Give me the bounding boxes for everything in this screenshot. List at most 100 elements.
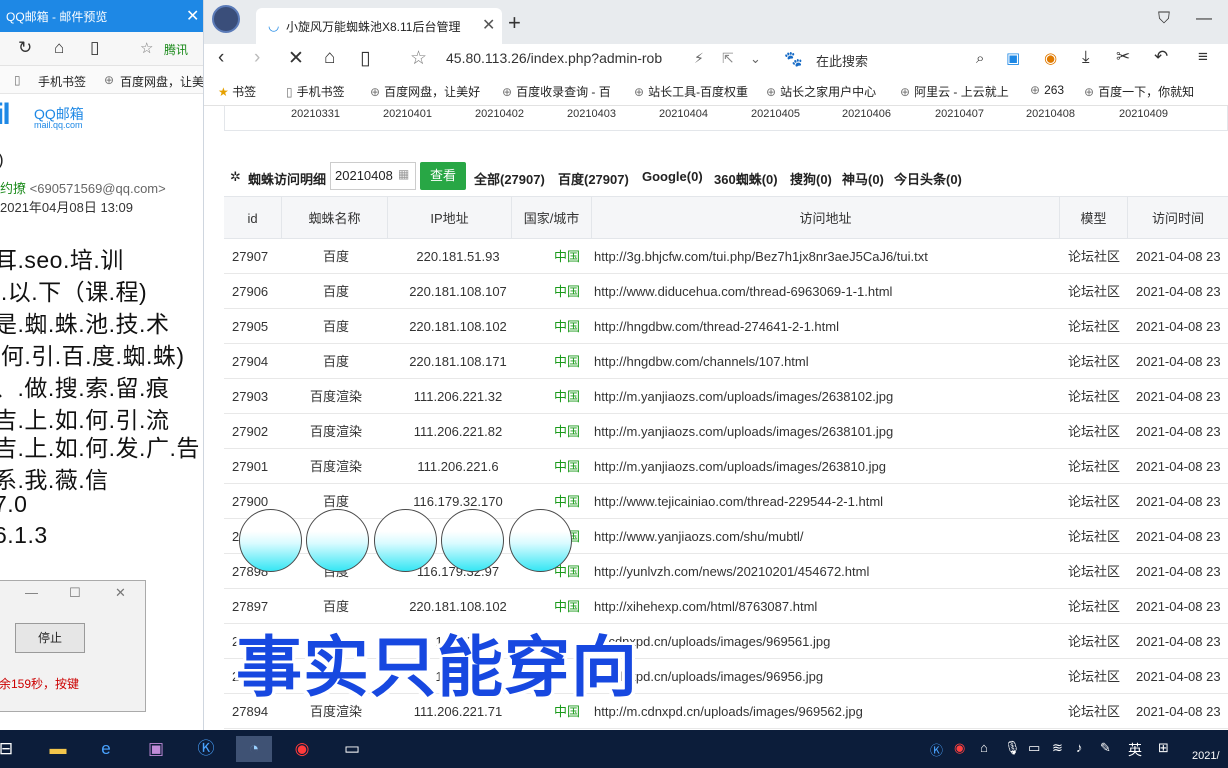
cell-url[interactable]: http://www.yanjiaozs.com/shu/mubtl/	[594, 519, 1060, 554]
extension-icon[interactable]: ▣	[1006, 49, 1020, 67]
game-icon[interactable]: ◉	[1044, 49, 1057, 67]
forward-icon[interactable]: ›	[254, 47, 260, 69]
search-engine-icon[interactable]: 🐾	[784, 50, 803, 68]
volume-icon[interactable]: ♪	[1076, 740, 1083, 755]
table-row[interactable]: 27903 百度渲染 111.206.221.32 中国 http://m.yanjia…	[224, 379, 1228, 414]
cell-url[interactable]: http://xihehexp.com/html/8763087.html	[594, 589, 1060, 624]
cell-url[interactable]: http://www.diducehua.com/thread-6963069-…	[594, 274, 1060, 309]
new-tab-icon[interactable]: +	[508, 10, 521, 36]
cell-url[interactable]: http://hngdbw.com/thread-274641-2-1.html	[594, 309, 1060, 344]
stat-filter-link[interactable]: 神马(0)	[842, 169, 884, 188]
bookmark-item[interactable]: ⊕ 百度网盘，让美好	[370, 83, 480, 100]
table-row[interactable]: 27904 百度 220.181.108.171 中国 http://hngdbw.co…	[224, 344, 1228, 379]
stop-icon[interactable]: ✕	[288, 47, 304, 70]
date-label[interactable]: 20210331	[291, 108, 340, 120]
view-button[interactable]: 查看	[420, 162, 466, 190]
stat-filter-link[interactable]: Google(0)	[642, 169, 703, 184]
table-row[interactable]: 27902 百度渲染 111.206.221.82 中国 http://m.yanjia…	[224, 414, 1228, 449]
shirt-icon[interactable]: ⛉	[1158, 10, 1170, 28]
star-icon[interactable]: ☆	[410, 47, 427, 70]
bookmark-item[interactable]: ⊕ 263	[1030, 83, 1064, 97]
stat-filter-link[interactable]: 全部(27907)	[474, 169, 545, 188]
reader-icon[interactable]: ▯	[360, 47, 370, 70]
menu-icon[interactable]: ≡	[1198, 47, 1208, 67]
table-row[interactable]: 27907 百度 220.181.51.93 中国 http://3g.bhjcfw.c…	[224, 239, 1228, 274]
minimize-icon[interactable]: —	[25, 585, 38, 600]
home-icon[interactable]: ⌂	[54, 38, 64, 58]
close-icon[interactable]: ✕	[186, 6, 199, 26]
bookmark-item[interactable]: ★ 书签	[218, 83, 256, 100]
date-label[interactable]: 20210409	[1119, 108, 1168, 120]
stat-filter-link[interactable]: 搜狗(0)	[790, 169, 832, 188]
date-label[interactable]: 20210408	[1026, 108, 1075, 120]
search-input[interactable]: 在此搜索	[816, 51, 868, 70]
date-label[interactable]: 20210402	[475, 108, 524, 120]
cell-url[interactable]: http://yunlvzh.com/news/20210201/454672.…	[594, 554, 1060, 589]
partner-link[interactable]: 腾讯	[164, 41, 188, 58]
task-view-icon[interactable]: ⊟	[0, 736, 20, 762]
bookmark-item[interactable]: ⊕ 百度一下，你就知	[1084, 83, 1194, 100]
record-icon[interactable]: ◉	[288, 736, 316, 762]
tab-close-icon[interactable]: ✕	[482, 15, 495, 35]
clock[interactable]: 2021/	[1192, 750, 1220, 762]
microphone-icon[interactable]: 🎙	[1004, 740, 1021, 756]
close-icon[interactable]: ✕	[115, 585, 126, 601]
date-label[interactable]: 20210403	[567, 108, 616, 120]
cell-url[interactable]: http://m.yanjiaozs.com/uploads/images/26…	[594, 414, 1060, 449]
remote-desktop-icon[interactable]: ▭	[338, 736, 366, 762]
chevron-down-icon[interactable]: ⌄	[750, 51, 761, 67]
scissors-icon[interactable]: ✂	[1116, 47, 1130, 67]
bookmark-item[interactable]: ▯ 手机书签	[286, 83, 345, 100]
browser-icon[interactable]: ◔	[236, 736, 272, 762]
cell-url[interactable]: http://www.tejicainiao.com/thread-229544…	[594, 484, 1060, 519]
minimize-icon[interactable]: —	[1196, 10, 1212, 28]
wifi-icon[interactable]: ≋	[1052, 740, 1063, 756]
url-input[interactable]: 45.80.113.26/index.php?admin-rob	[446, 50, 682, 66]
table-row[interactable]: 27906 百度 220.181.108.107 中国 http://www.diduc…	[224, 274, 1228, 309]
date-label[interactable]: 20210405	[751, 108, 800, 120]
ime-mode-icon[interactable]: ⊞	[1158, 740, 1169, 756]
cell-url[interactable]: http://m.yanjiaozs.com/uploads/images/26…	[594, 379, 1060, 414]
date-label[interactable]: 20210407	[935, 108, 984, 120]
battery-icon[interactable]: ▭	[1028, 740, 1040, 756]
cell-url[interactable]: http://hngdbw.com/channels/107.html	[594, 344, 1060, 379]
date-label[interactable]: 20210404	[659, 108, 708, 120]
bookmark-item[interactable]: 百度网盘，让美	[120, 73, 203, 90]
table-row[interactable]: 27898百度116.179.32.97中国http://yunlvzh.com…	[224, 554, 1228, 589]
bookmark-item[interactable]: ⊕ 站长之家用户中心	[766, 83, 876, 100]
home-icon[interactable]: ⌂	[324, 47, 335, 69]
user-avatar[interactable]	[212, 5, 240, 33]
date-label[interactable]: 20210401	[383, 108, 432, 120]
stat-filter-link[interactable]: 360蜘蛛(0)	[714, 169, 778, 188]
cell-url[interactable]: http://m.yanjiaozs.com/uploads/images/26…	[594, 449, 1060, 484]
calendar-icon[interactable]: ▦	[398, 167, 409, 181]
table-row[interactable]: 27901 百度渲染 111.206.221.6 中国 http://m.yanjiao…	[224, 449, 1228, 484]
table-row[interactable]: 27900 百度 116.179.32.170 中国 http://www.tejica…	[224, 484, 1228, 519]
editor-icon[interactable]: ▣	[142, 736, 170, 762]
share-icon[interactable]: ⇱	[722, 50, 734, 67]
cell-url[interactable]: http://m.cdnxpd.cn/uploads/images/969562…	[594, 694, 1060, 729]
bookmark-item[interactable]: 手机书签	[38, 73, 86, 90]
pen-icon[interactable]: ✎	[1100, 740, 1111, 756]
cell-url[interactable]: m.cdnxpd.cn/uploads/images/96956.jpg	[594, 659, 1060, 694]
tray-record-icon[interactable]: ◉	[954, 740, 965, 756]
cell-url[interactable]: m.cdnxpd.cn/uploads/images/969561.jpg	[594, 624, 1060, 659]
sender-name[interactable]: 约撩	[0, 181, 26, 196]
bookmark-item[interactable]: ⊕ 阿里云 - 上云就上	[900, 83, 1009, 100]
table-row[interactable]: 27905 百度 220.181.108.102 中国 http://hngdbw.co…	[224, 309, 1228, 344]
flash-icon[interactable]: ⚡	[694, 50, 704, 67]
stop-button[interactable]: 停止	[15, 623, 85, 653]
bookmark-item[interactable]: ⊕ 百度收录查询 - 百	[502, 83, 611, 100]
ime-indicator[interactable]: 英	[1128, 740, 1142, 760]
reader-icon[interactable]: ▯	[90, 38, 99, 58]
tray-network-icon[interactable]: ⌂	[980, 740, 988, 755]
maximize-icon[interactable]: ☐	[69, 585, 81, 601]
back-icon[interactable]: ‹	[218, 47, 224, 69]
stat-filter-link[interactable]: 今日头条(0)	[894, 169, 962, 188]
star-icon[interactable]: ☆	[140, 39, 153, 57]
ie-icon[interactable]: e	[92, 736, 120, 762]
stat-filter-link[interactable]: 百度(27907)	[558, 169, 629, 188]
bookmark-item[interactable]: ⊕ 站长工具-百度权重	[634, 83, 748, 100]
date-label[interactable]: 20210406	[842, 108, 891, 120]
refresh-icon[interactable]: ↻	[18, 38, 32, 58]
